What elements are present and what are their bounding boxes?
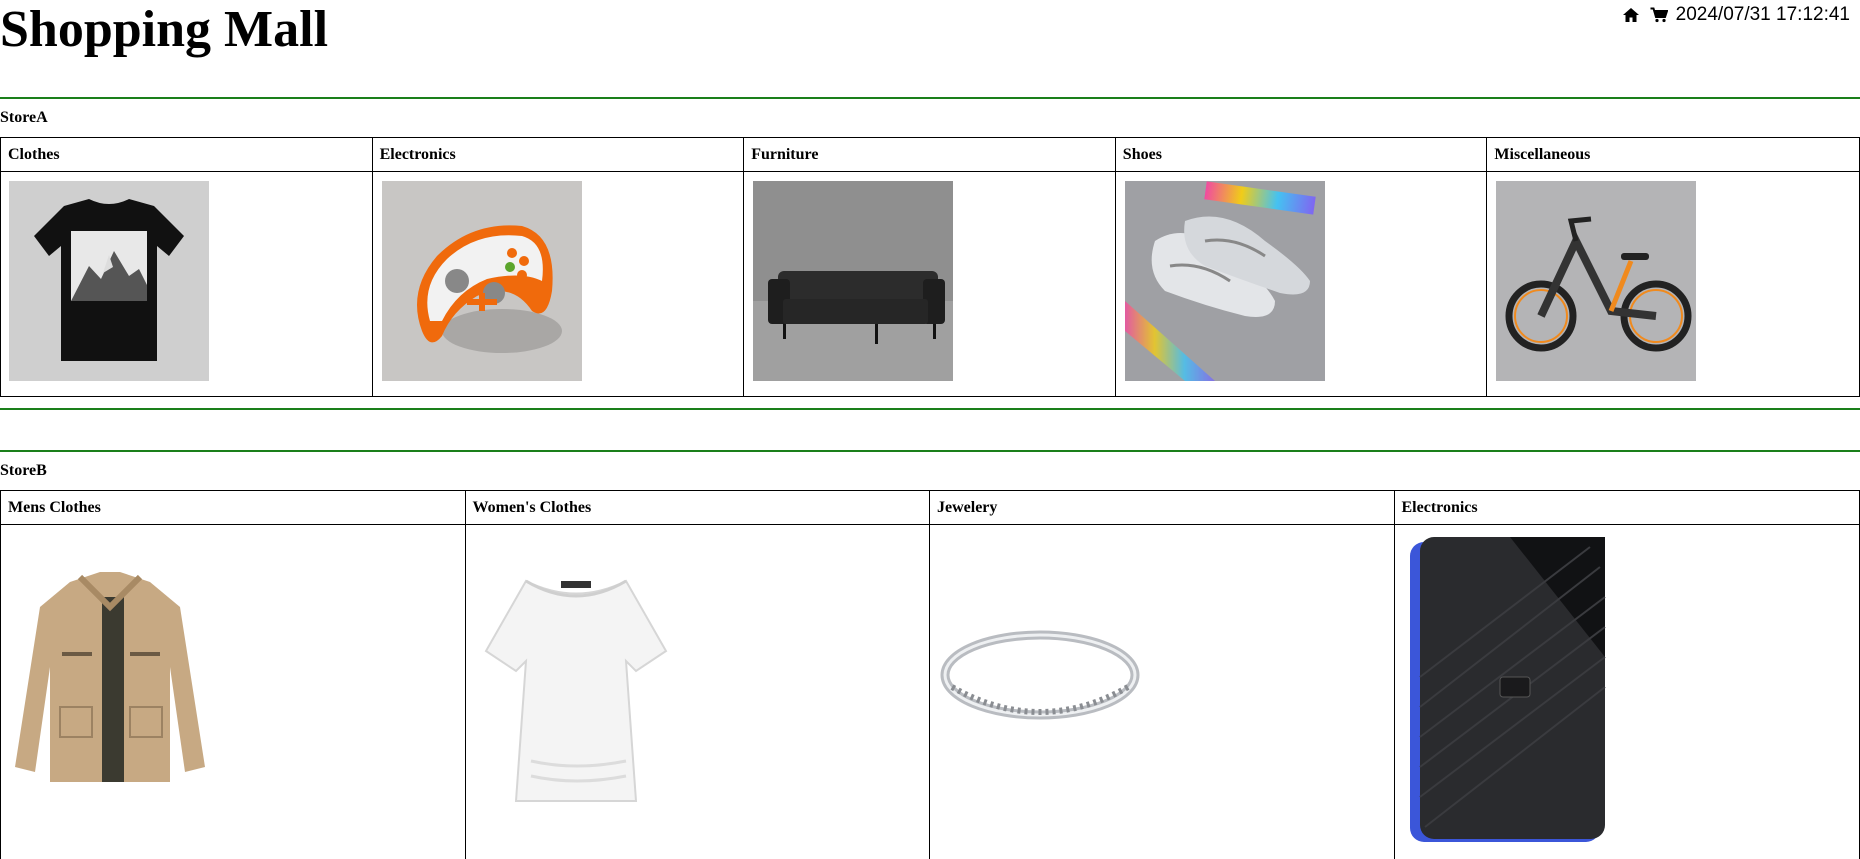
category-cell-clothes: Clothes xyxy=(1,138,373,396)
category-cell-furniture: Furniture xyxy=(744,138,1116,396)
category-header[interactable]: Mens Clothes xyxy=(1,491,465,525)
category-cell-mens-clothes: Mens Clothes xyxy=(1,491,466,859)
category-header[interactable]: Jewelery xyxy=(930,491,1394,525)
product-image-blouse[interactable] xyxy=(475,561,676,811)
product-image-ebike[interactable] xyxy=(1496,181,1697,381)
store-name: StoreB xyxy=(0,462,47,479)
product-image-hard-drive[interactable] xyxy=(1409,537,1610,842)
category-header[interactable]: Miscellaneous xyxy=(1487,138,1859,172)
header-toolbar: 2024/07/31 17:12:41 xyxy=(1620,4,1850,26)
category-cell-electronics: Electronics xyxy=(1394,491,1859,859)
category-header[interactable]: Women's Clothes xyxy=(465,491,929,525)
category-header[interactable]: Electronics xyxy=(372,138,744,172)
divider xyxy=(0,408,1860,410)
cart-icon[interactable] xyxy=(1648,4,1670,26)
product-image-ring[interactable] xyxy=(940,625,1140,735)
store-name: StoreA xyxy=(0,109,48,126)
divider xyxy=(0,450,1860,452)
product-image-sneakers[interactable] xyxy=(1124,181,1325,381)
category-cell-jewelery: Jewelery xyxy=(930,491,1395,859)
category-header[interactable]: Shoes xyxy=(1115,138,1487,172)
product-image-sofa[interactable] xyxy=(753,181,954,381)
category-header[interactable]: Clothes xyxy=(1,138,372,172)
product-image-jacket[interactable] xyxy=(10,567,210,787)
category-cell-shoes: Shoes xyxy=(1115,138,1488,396)
store-a-category-table: Clothes Electronics Furniture Shoes Misc… xyxy=(0,137,1860,397)
divider xyxy=(0,97,1860,99)
page-title: Shopping Mall xyxy=(0,1,329,58)
category-header[interactable]: Electronics xyxy=(1394,491,1859,525)
product-image-tshirt[interactable] xyxy=(9,181,209,381)
category-cell-miscellaneous: Miscellaneous xyxy=(1487,138,1859,396)
home-icon[interactable] xyxy=(1620,4,1642,26)
category-cell-womens-clothes: Women's Clothes xyxy=(465,491,930,859)
datetime-display: 2024/07/31 17:12:41 xyxy=(1675,4,1850,25)
category-cell-electronics: Electronics xyxy=(372,138,745,396)
product-image-controller[interactable] xyxy=(381,181,582,381)
category-header[interactable]: Furniture xyxy=(744,138,1115,172)
store-b-category-table: Mens Clothes Women's Clothes Jewelery El… xyxy=(0,490,1860,859)
